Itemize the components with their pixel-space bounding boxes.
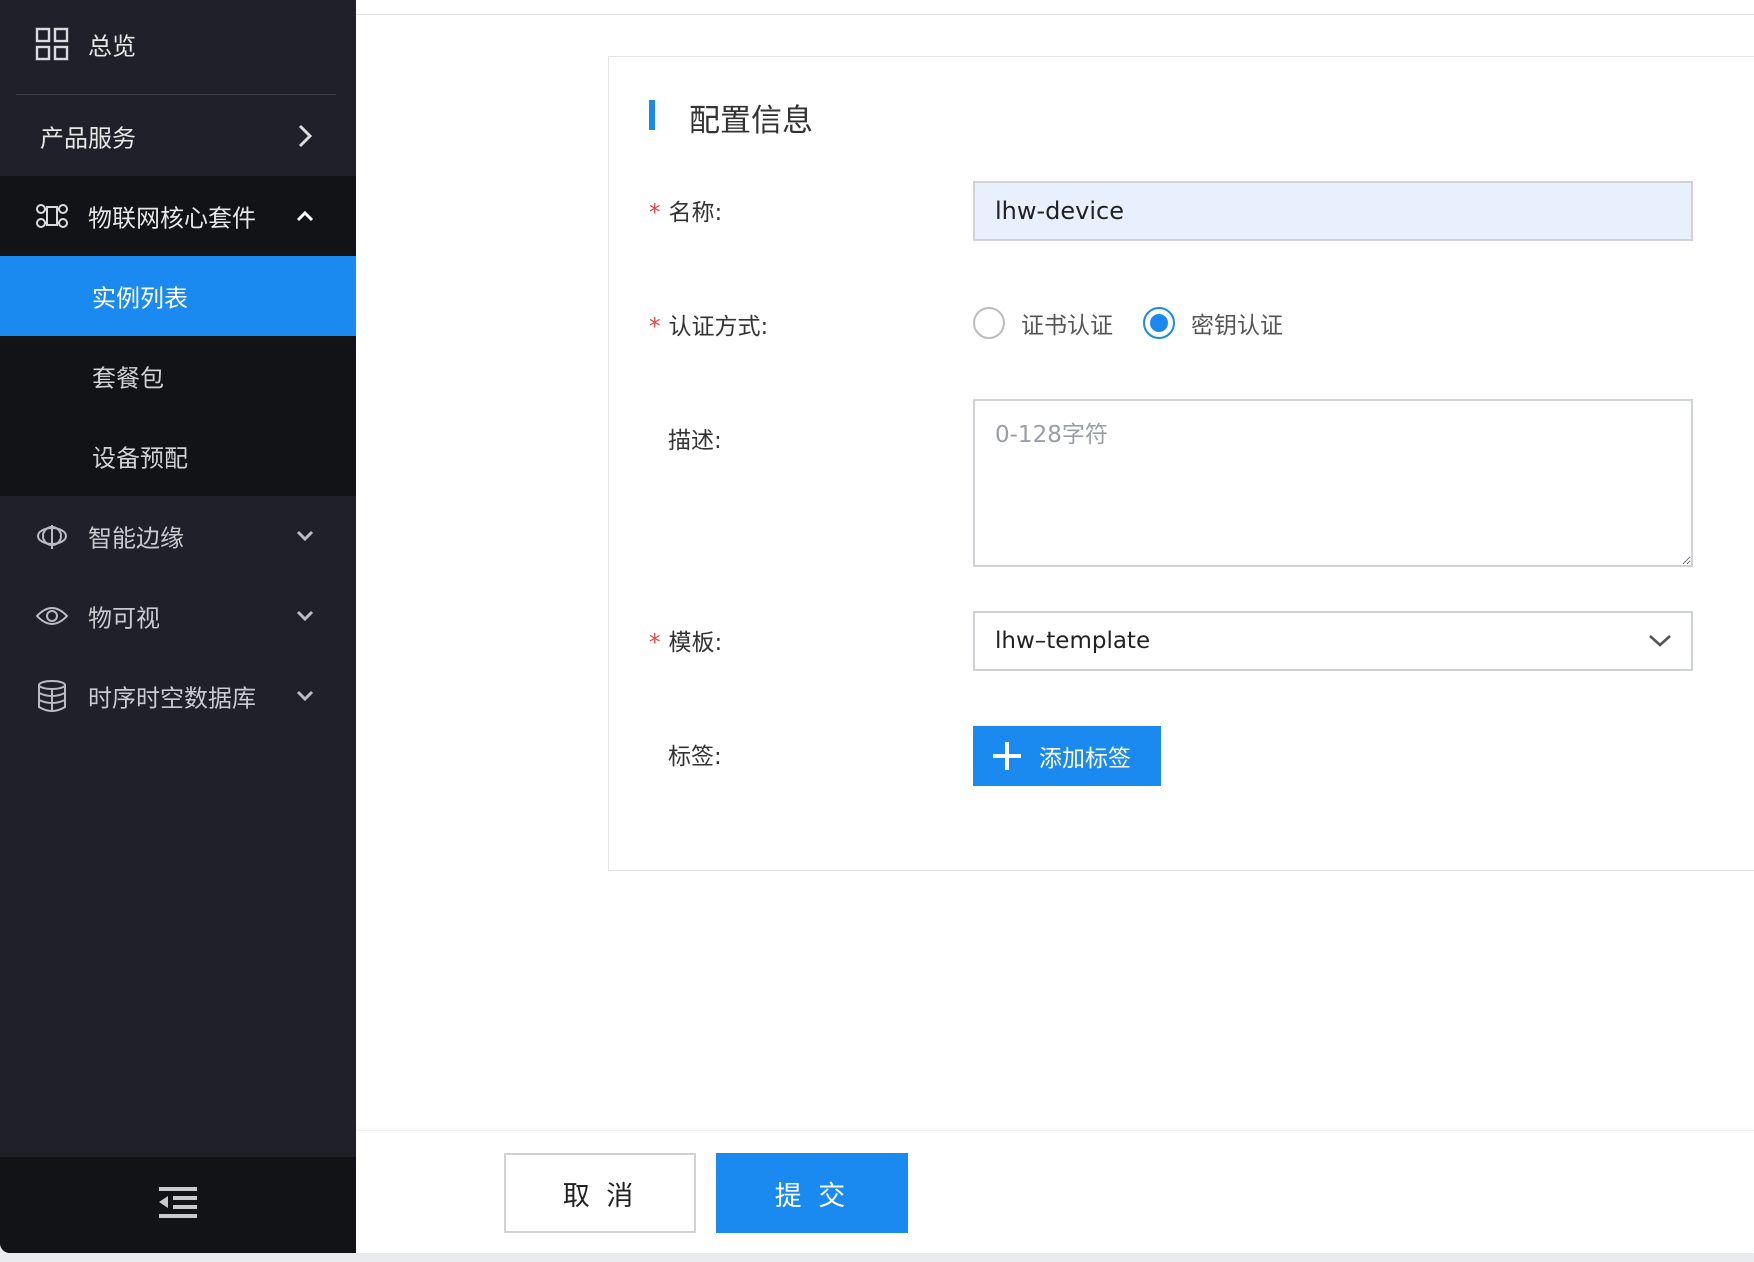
sidebar: 总览 产品服务 物联网核心套件 实例列表 套餐包 设备预配 智能边缘 物可视 时… — [0, 0, 356, 1253]
add-tag-label: 添加标签 — [1039, 746, 1131, 772]
header-divider — [356, 14, 1754, 15]
database-icon — [34, 678, 70, 714]
sidebar-subitem-package[interactable]: 套餐包 — [0, 336, 356, 416]
sidebar-subitem-label: 设备预配 — [92, 444, 188, 473]
chevron-up-icon — [294, 205, 316, 227]
auth-radio-secret-key[interactable]: 密钥认证 — [1143, 306, 1283, 340]
radio-label: 证书认证 — [1021, 313, 1113, 339]
radio-circle — [1143, 307, 1175, 339]
chevron-down-icon — [294, 525, 316, 547]
sidebar-divider — [16, 94, 336, 95]
sidebar-item-overview[interactable]: 总览 — [0, 0, 356, 88]
required-mark: * — [649, 630, 661, 656]
required-mark: * — [649, 200, 661, 226]
chevron-down-icon — [1647, 628, 1673, 654]
radio-circle — [973, 307, 1005, 339]
sidebar-item-label: 产品服务 — [40, 124, 136, 153]
sidebar-collapse-button[interactable] — [0, 1157, 356, 1253]
section-title: 配置信息 — [689, 103, 813, 139]
auth-method-radio-group: 证书认证 密钥认证 — [973, 306, 1313, 340]
auth-radio-certificate[interactable]: 证书认证 — [973, 306, 1113, 340]
sidebar-item-visual[interactable]: 物可视 — [0, 576, 356, 656]
auth-method-label: * 认证方式: — [649, 314, 769, 340]
sidebar-item-smart-edge[interactable]: 智能边缘 — [0, 496, 356, 576]
name-input[interactable] — [973, 181, 1693, 241]
sidebar-subitem-instance-list[interactable]: 实例列表 — [0, 256, 356, 336]
chevron-down-icon — [294, 605, 316, 627]
grid-icon — [34, 26, 70, 62]
sidebar-item-label: 智能边缘 — [88, 524, 184, 553]
chevron-right-icon — [294, 124, 316, 148]
radio-label: 密钥认证 — [1191, 313, 1283, 339]
eye-icon — [34, 598, 70, 634]
add-tag-button[interactable]: 添加标签 — [973, 726, 1161, 786]
template-select[interactable]: lhw–template — [973, 611, 1693, 671]
plus-icon — [993, 742, 1021, 770]
edge-globe-icon — [34, 518, 70, 554]
sidebar-item-label: 时序时空数据库 — [88, 684, 256, 713]
title-accent-bar — [649, 100, 655, 130]
collapse-menu-icon — [159, 1187, 197, 1223]
required-mark: * — [649, 314, 661, 340]
sidebar-item-label: 物可视 — [88, 604, 160, 633]
submit-button[interactable]: 提 交 — [716, 1153, 908, 1233]
description-textarea[interactable] — [973, 399, 1693, 567]
sidebar-subitem-label: 套餐包 — [92, 364, 164, 393]
sidebar-subitem-provisioning[interactable]: 设备预配 — [0, 416, 356, 496]
sidebar-item-label: 物联网核心套件 — [88, 204, 256, 233]
sidebar-item-iot-core[interactable]: 物联网核心套件 — [0, 176, 356, 256]
sidebar-item-label: 总览 — [88, 32, 136, 61]
main-content: 配置信息 *名称: *认证方式: 证书认证 密钥认证 描述: *模板: — [356, 0, 1754, 1253]
name-label: * 名称: — [649, 200, 723, 226]
form-footer: 取 消 提 交 — [356, 1130, 1754, 1253]
chevron-down-icon — [294, 685, 316, 707]
description-label: 描述: — [668, 428, 722, 454]
template-select-value: lhw–template — [995, 628, 1151, 654]
tags-label: 标签: — [668, 744, 722, 770]
sidebar-item-product-services[interactable]: 产品服务 — [0, 96, 356, 176]
sidebar-subitem-label: 实例列表 — [92, 284, 188, 313]
sidebar-item-tsdb[interactable]: 时序时空数据库 — [0, 656, 356, 736]
template-label: * 模板: — [649, 630, 723, 656]
config-card: 配置信息 *名称: *认证方式: 证书认证 密钥认证 描述: *模板: — [608, 56, 1754, 871]
cancel-button[interactable]: 取 消 — [504, 1153, 696, 1233]
nodes-icon — [34, 198, 70, 234]
